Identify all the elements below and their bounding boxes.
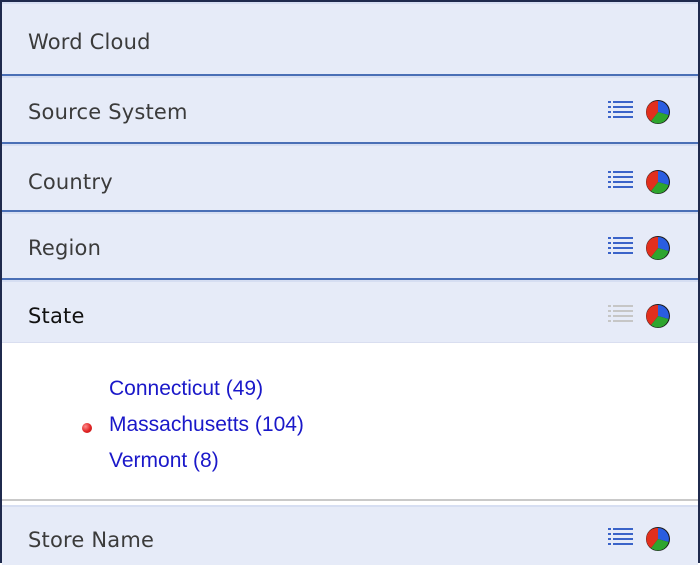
facet-icons-country bbox=[608, 168, 672, 196]
list-icon-disabled bbox=[608, 305, 633, 322]
pie-chart-icon[interactable] bbox=[644, 234, 672, 262]
facet-icons-region bbox=[608, 234, 672, 262]
facet-header-word-cloud[interactable]: Word Cloud bbox=[2, 2, 698, 76]
selected-bullet-icon bbox=[82, 423, 92, 433]
list-item[interactable]: Massachusetts (104) bbox=[109, 413, 304, 437]
list-item[interactable]: Vermont (8) bbox=[109, 449, 219, 473]
state-values-list: Connecticut (49) Massachusetts (104) Ver… bbox=[2, 343, 698, 501]
facet-label-region: Region bbox=[28, 236, 102, 260]
pie-chart-icon[interactable] bbox=[644, 525, 672, 553]
facet-label-state: State bbox=[28, 304, 85, 328]
pie-chart-icon[interactable] bbox=[644, 98, 672, 126]
list-icon[interactable] bbox=[608, 170, 634, 192]
list-icon[interactable] bbox=[608, 236, 634, 258]
facet-label-country: Country bbox=[28, 170, 113, 194]
list-icon[interactable] bbox=[608, 527, 634, 549]
list-item[interactable]: Connecticut (49) bbox=[109, 377, 263, 401]
facet-label-store-name: Store Name bbox=[28, 528, 155, 552]
facet-header-store-name[interactable]: Store Name bbox=[2, 505, 698, 565]
list-icon[interactable] bbox=[608, 100, 634, 122]
pie-chart-icon[interactable] bbox=[644, 168, 672, 196]
facet-icons-source-system bbox=[608, 98, 672, 126]
facet-panel: Word Cloud Source System Country Region … bbox=[0, 0, 700, 565]
facet-icons-state bbox=[608, 302, 672, 330]
facet-label-word-cloud: Word Cloud bbox=[28, 30, 151, 54]
facet-header-country[interactable]: Country bbox=[2, 144, 698, 212]
facet-label-source-system: Source System bbox=[28, 100, 188, 124]
facet-header-state[interactable]: State bbox=[2, 280, 698, 343]
facet-header-region[interactable]: Region bbox=[2, 212, 698, 280]
facet-header-source-system[interactable]: Source System bbox=[2, 76, 698, 144]
pie-chart-icon[interactable] bbox=[644, 302, 672, 330]
facet-icons-store-name bbox=[608, 525, 672, 553]
